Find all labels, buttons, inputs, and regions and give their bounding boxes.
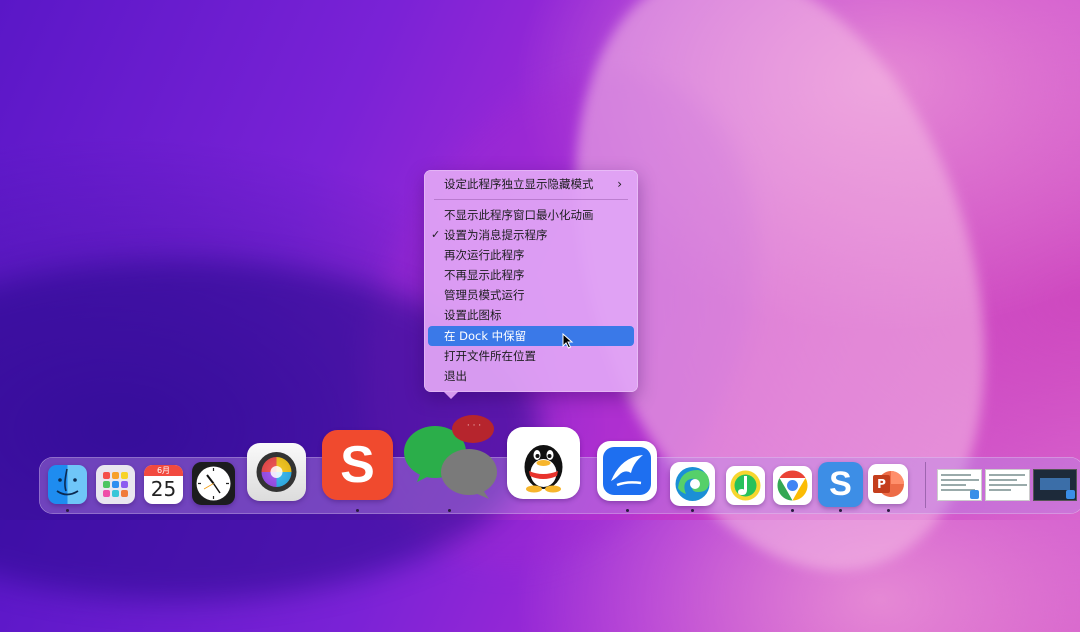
- app-badge-icon: [1066, 490, 1075, 499]
- running-indicator: [448, 509, 451, 512]
- color-picker-icon[interactable]: [247, 443, 306, 501]
- powerpoint-letter: P: [877, 477, 886, 491]
- powerpoint-icon[interactable]: P: [868, 464, 908, 504]
- launchpad-icon[interactable]: [96, 465, 135, 504]
- wechat-icon[interactable]: · · ·: [401, 414, 501, 504]
- finder-icon[interactable]: [48, 465, 87, 504]
- wechat-bubble-dots: · · ·: [466, 421, 482, 431]
- qq-music-icon[interactable]: [726, 466, 765, 505]
- running-indicator: [887, 509, 890, 512]
- app-badge-icon: [970, 490, 979, 499]
- feishu-icon[interactable]: [597, 441, 657, 501]
- mouse-pointer-icon: [562, 333, 574, 349]
- menu-item-no-minimize-animation[interactable]: 不显示此程序窗口最小化动画: [428, 205, 634, 225]
- edge-icon[interactable]: [670, 462, 715, 506]
- clock-icon[interactable]: [192, 462, 235, 505]
- sogou-s-icon[interactable]: S: [818, 462, 863, 507]
- sogou-input-icon[interactable]: S: [322, 430, 393, 500]
- calendar-month: 6月: [144, 465, 183, 476]
- running-indicator: [66, 509, 69, 512]
- menu-item-label: 不显示此程序窗口最小化动画: [444, 208, 594, 222]
- chrome-icon[interactable]: [773, 466, 812, 505]
- menu-item-keep-in-dock[interactable]: 在 Dock 中保留: [428, 326, 634, 346]
- minimized-window-thumbnail[interactable]: [1033, 469, 1077, 501]
- menu-item-label: 设定此程序独立显示隐藏模式: [444, 177, 594, 191]
- sogou-s-letter: S: [829, 465, 852, 503]
- minimized-window-thumbnail[interactable]: [937, 469, 982, 501]
- menu-separator: [434, 199, 628, 200]
- menu-item-label: 不再显示此程序: [444, 268, 525, 282]
- calendar-day: 25: [150, 477, 177, 501]
- menu-item-label: 再次运行此程序: [444, 248, 525, 262]
- calendar-icon[interactable]: 6月 25: [144, 465, 183, 504]
- menu-item-label: 管理员模式运行: [444, 288, 525, 302]
- menu-item-stop-showing[interactable]: 不再显示此程序: [428, 265, 634, 285]
- menu-item-quit[interactable]: 退出: [428, 366, 634, 386]
- running-indicator: [791, 509, 794, 512]
- running-indicator: [626, 509, 629, 512]
- menu-item-set-message-app[interactable]: ✓ 设置为消息提示程序: [428, 225, 634, 245]
- menu-item-label: 设置为消息提示程序: [444, 228, 548, 242]
- minimized-window-thumbnail[interactable]: [985, 469, 1030, 501]
- menu-item-set-icon[interactable]: 设置此图标: [428, 305, 634, 325]
- menu-item-independent-hide-mode[interactable]: 设定此程序独立显示隐藏模式 ›: [428, 174, 634, 194]
- dock-divider: [925, 462, 926, 508]
- qq-icon[interactable]: [507, 427, 580, 499]
- checkmark-icon: ✓: [431, 228, 441, 241]
- menu-item-label: 打开文件所在位置: [444, 349, 536, 363]
- menu-item-label: 设置此图标: [444, 308, 502, 322]
- menu-item-run-again[interactable]: 再次运行此程序: [428, 245, 634, 265]
- dock-context-menu: 设定此程序独立显示隐藏模式 › 不显示此程序窗口最小化动画 ✓ 设置为消息提示程…: [424, 170, 638, 399]
- chevron-right-icon: ›: [617, 177, 622, 191]
- menu-item-label: 在 Dock 中保留: [444, 329, 527, 343]
- menu-item-run-as-admin[interactable]: 管理员模式运行: [428, 285, 634, 305]
- running-indicator: [691, 509, 694, 512]
- running-indicator: [356, 509, 359, 512]
- menu-item-open-file-location[interactable]: 打开文件所在位置: [428, 346, 634, 366]
- running-indicator: [839, 509, 842, 512]
- sogou-letter: S: [340, 436, 375, 494]
- menu-item-label: 退出: [444, 369, 467, 383]
